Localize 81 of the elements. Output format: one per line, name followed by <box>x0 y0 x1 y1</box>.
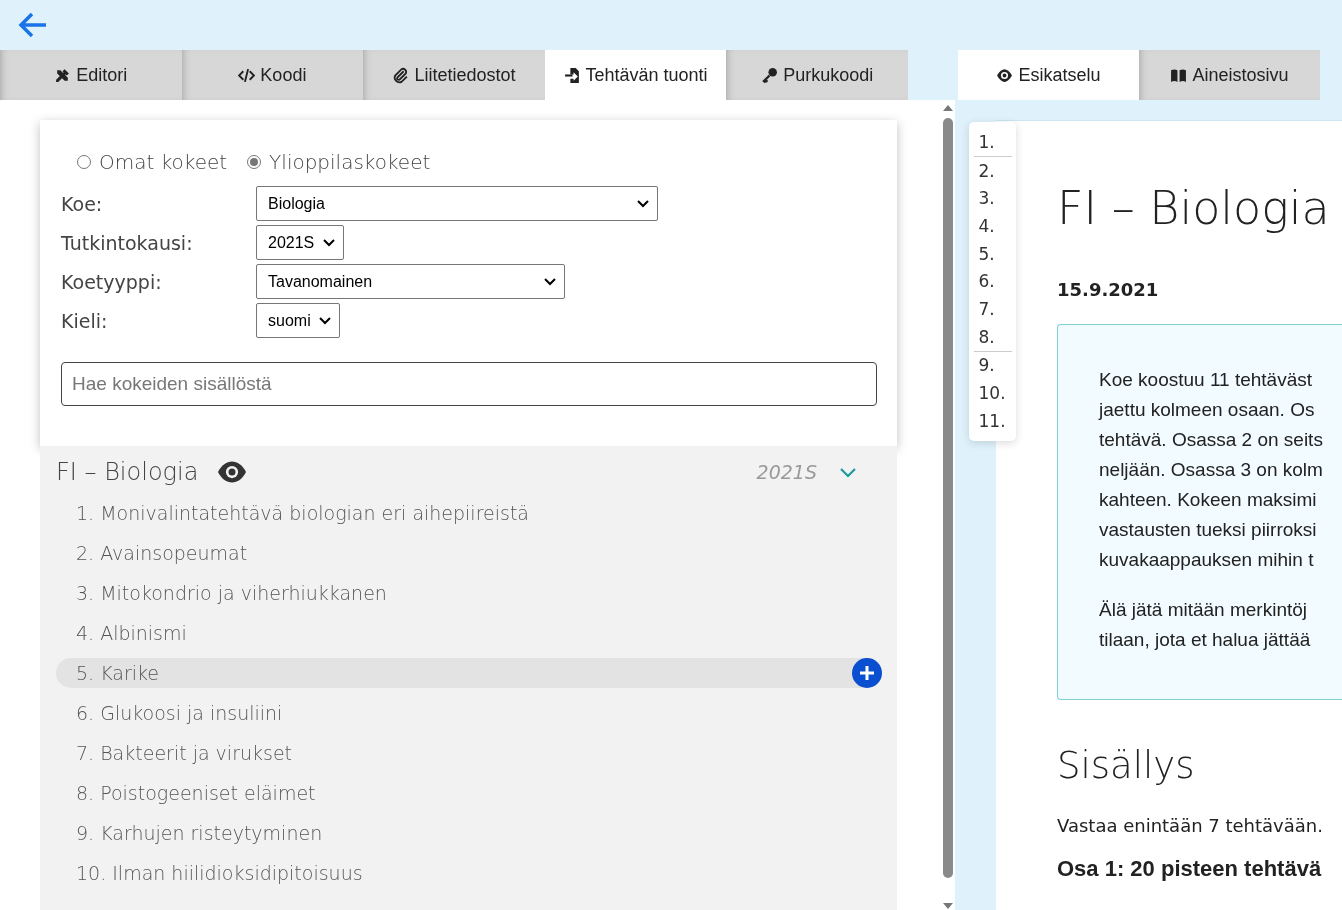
instruction-line: tehtävä. Osassa 2 on seits <box>1099 428 1324 452</box>
chevron-down-icon <box>319 316 331 325</box>
task-title: 3. Mitokondrio ja viherhiukkanen <box>76 582 387 604</box>
dropdown[interactable]: 2021S <box>256 225 344 260</box>
page-title: FI – Biologia <box>1057 181 1331 235</box>
toc-link[interactable]: 4. <box>973 212 1012 240</box>
field-label: Koetyyppi: <box>61 270 163 293</box>
tab[interactable]: Tehtävän tuonti <box>544 50 727 100</box>
task-title: 7. Bakteerit ja virukset <box>76 742 293 764</box>
toc-link[interactable]: 11. <box>973 406 1012 435</box>
add-icon[interactable] <box>852 658 882 688</box>
file-import-icon <box>563 66 581 84</box>
eye-icon[interactable] <box>218 461 247 483</box>
tab[interactable]: Aineistosivu <box>1139 50 1320 100</box>
exam-title: FI – Biologia <box>56 458 199 486</box>
instruction-line: vastausten tueksi piirroksi <box>1099 518 1318 542</box>
toc-link[interactable]: 1. <box>973 128 1012 156</box>
tab[interactable]: Purkukoodi <box>726 50 908 100</box>
toc-link[interactable]: 6. <box>973 267 1012 296</box>
exam-period: 2021S <box>756 461 817 483</box>
exam-date: 15.9.2021 <box>1057 279 1160 300</box>
tab[interactable]: Esikatselu <box>958 50 1139 100</box>
section-heading: Sisällys <box>1057 744 1196 787</box>
task-item[interactable]: 6. Glukoosi ja insuliini <box>56 698 882 728</box>
instruction-line: neljään. Osassa 3 on kolm <box>1099 458 1324 482</box>
instruction-line: jaettu kolmeen osaan. Os <box>1099 398 1316 422</box>
toc-link[interactable]: 3. <box>973 184 1012 213</box>
toc-link[interactable]: 9. <box>973 351 1012 380</box>
instruction-line: kahteen. Kokeen maksimi <box>1099 488 1318 512</box>
toc-link[interactable]: 10. <box>973 379 1012 407</box>
tab[interactable]: Editori <box>0 50 182 100</box>
toc-link[interactable]: 5. <box>973 239 1012 268</box>
task-item[interactable]: 4. Albinismi <box>56 618 882 648</box>
task-title: 5. Karike <box>76 662 160 684</box>
task-title: 10. Ilman hiilidioksidipitoisuus <box>76 862 363 884</box>
tab[interactable]: Koodi <box>181 50 364 100</box>
task-item[interactable]: 5. Karike <box>56 658 882 688</box>
task-title: 9. Karhujen risteytyminen <box>76 822 323 844</box>
task-item[interactable]: 2. Avainsopeumat <box>56 538 882 568</box>
task-title: 8. Poistogeeniset eläimet <box>76 782 316 804</box>
paperclip-icon <box>392 66 410 84</box>
chevron-down-icon <box>637 199 649 208</box>
book-icon <box>1170 66 1188 84</box>
task-item[interactable]: 1. Monivalintatehtävä biologian eri aihepiireistä <box>56 498 882 528</box>
instruction-line: kuvakaappauksen mihin t <box>1099 548 1315 572</box>
field-label: Tutkintokausi: <box>61 231 194 254</box>
contents-text: Vastaa enintään 7 tehtävään. <box>1057 815 1324 836</box>
eye-icon <box>996 66 1014 84</box>
task-title: 2. Avainsopeumat <box>76 542 248 564</box>
code-icon <box>238 66 256 84</box>
chevron-down-icon[interactable] <box>839 466 857 478</box>
tab[interactable]: Liitetiedostot <box>363 50 545 100</box>
dropdown[interactable]: Tavanomainen <box>256 264 565 299</box>
dropdown[interactable]: Biologia <box>256 186 658 221</box>
task-title: 1. Monivalintatehtävä biologian eri aihepiireistä <box>76 502 529 524</box>
chevron-down-icon <box>323 238 335 247</box>
instruction-line: Koe koostuu 11 tehtäväst <box>1099 368 1314 392</box>
task-item[interactable]: 7. Bakteerit ja virukset <box>56 738 882 768</box>
part-heading: Osa 1: 20 pisteen tehtävä <box>1057 856 1322 882</box>
task-title: 6. Glukoosi ja insuliini <box>76 702 283 724</box>
field-label: Koe: <box>61 192 104 215</box>
toc-link[interactable]: 2. <box>973 156 1012 185</box>
toc-link[interactable]: 8. <box>973 322 1012 351</box>
task-item[interactable]: 10. Ilman hiilidioksidipitoisuus <box>56 858 882 888</box>
scroll-down-icon[interactable] <box>942 902 953 910</box>
chevron-down-icon <box>544 277 556 286</box>
search-field[interactable]: Hae kokeiden sisällöstä <box>61 362 877 406</box>
dropdown[interactable]: suomi <box>256 303 340 338</box>
tools-icon <box>54 66 72 84</box>
task-item[interactable]: 3. Mitokondrio ja viherhiukkanen <box>56 578 882 608</box>
source-radio[interactable]: Omat kokeet <box>77 150 228 174</box>
key-icon <box>761 66 779 84</box>
field-label: Kieli: <box>61 309 109 332</box>
task-title: 4. Albinismi <box>76 622 187 644</box>
scroll-up-icon[interactable] <box>942 104 953 112</box>
instruction-line: tilaan, jota et halua jättää <box>1099 628 1312 652</box>
task-item[interactable]: 9. Karhujen risteytyminen <box>56 818 882 848</box>
toc-link[interactable]: 7. <box>973 295 1012 323</box>
source-radio[interactable]: Ylioppilaskokeet <box>247 150 431 174</box>
task-item[interactable]: 8. Poistogeeniset eläimet <box>56 778 882 808</box>
instruction-line: Älä jätä mitään merkintöj <box>1099 598 1309 622</box>
